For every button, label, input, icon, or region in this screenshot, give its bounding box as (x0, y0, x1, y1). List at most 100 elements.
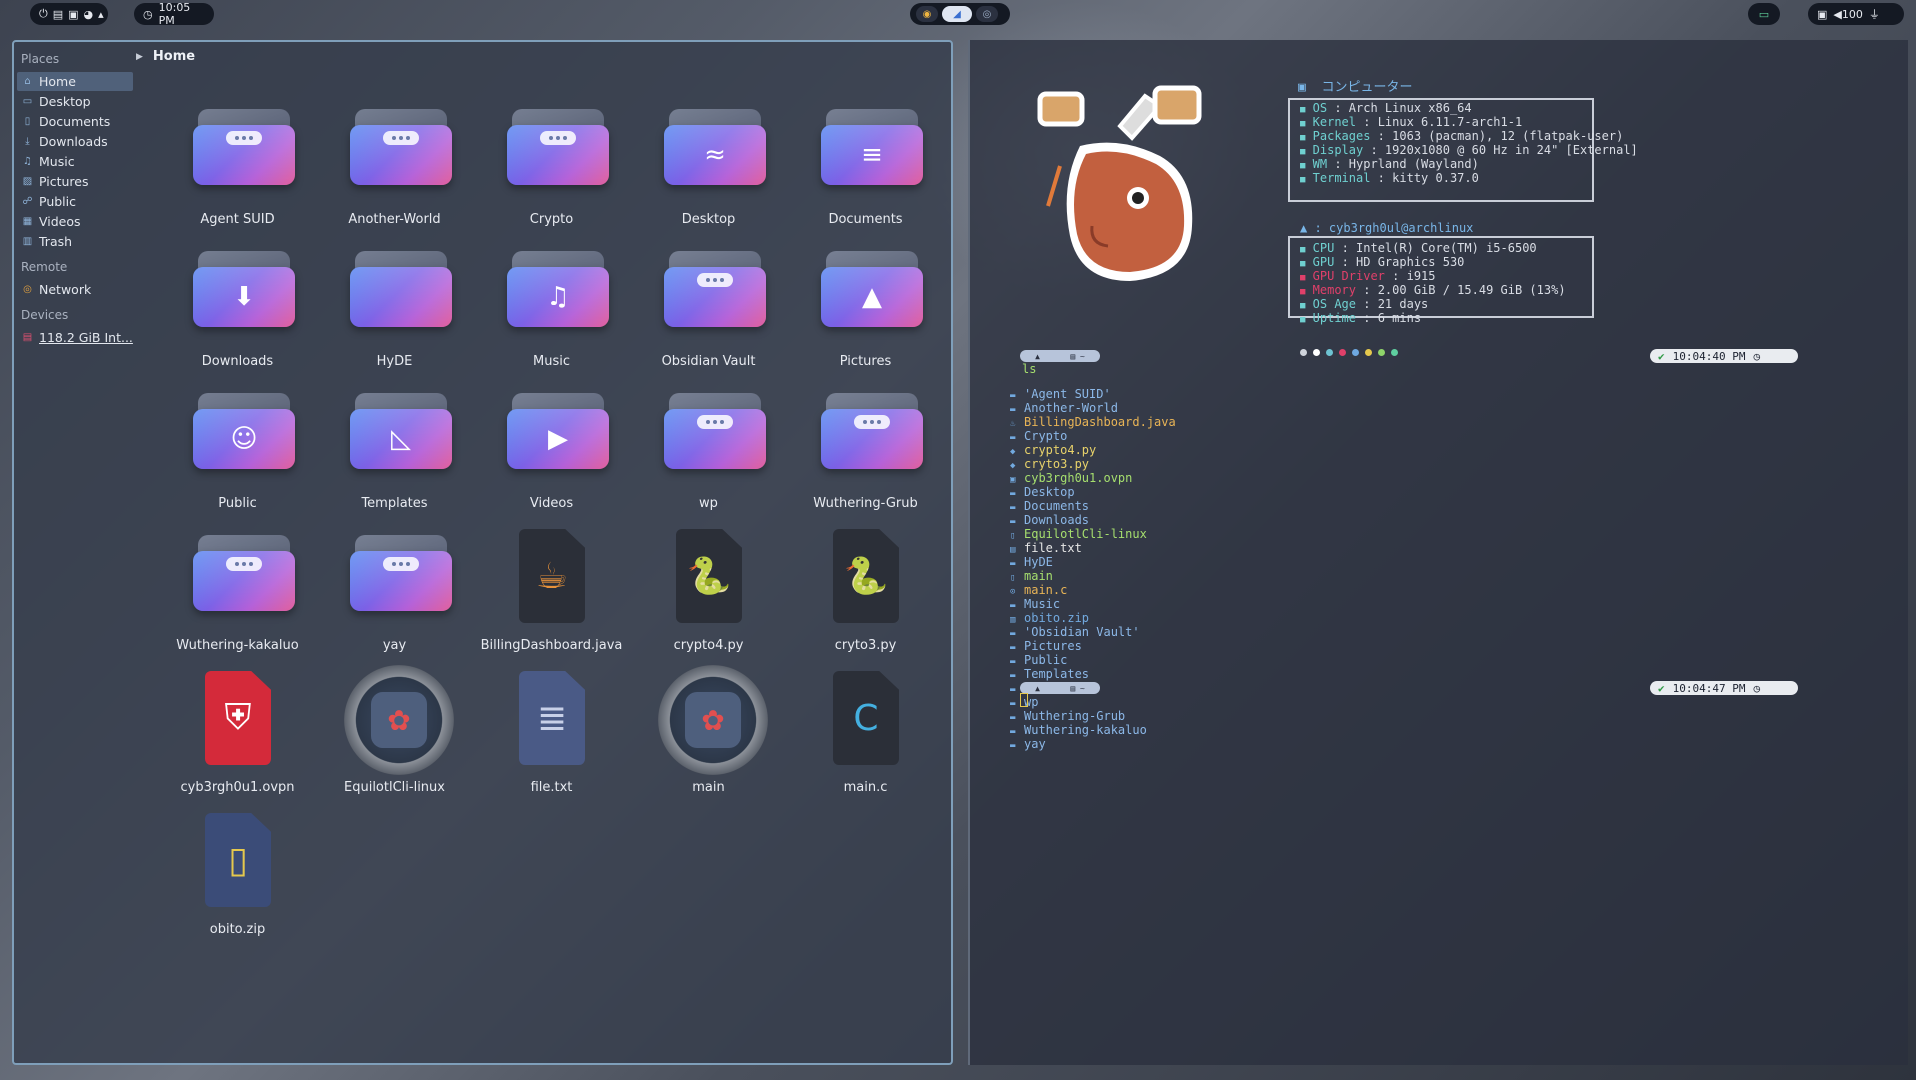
text-cursor[interactable] (1020, 693, 1028, 707)
grid-item[interactable]: ☕ BillingDashboard.java (473, 523, 630, 665)
grid-item[interactable]: Crypto (473, 97, 630, 239)
ls-entry-name: main.c (1024, 583, 1068, 597)
fastfetch-row-icon: ■ (1300, 245, 1306, 255)
grid-item[interactable]: ≈ Desktop (630, 97, 787, 239)
lock-icon: ▣ (1298, 80, 1306, 95)
display-icon[interactable]: ▭ (1748, 3, 1780, 25)
grid-item-label: Wuthering-kakaluo (176, 638, 299, 653)
clipboard-icon[interactable]: ▤ (53, 8, 63, 21)
fastfetch-value: Intel(R) Core(TM) i5-6500 (1356, 241, 1537, 255)
sidebar-item-downloads[interactable]: ⤓ Downloads (17, 132, 133, 151)
folder-icon: ⬇ (193, 251, 295, 327)
grid-item-label: Wuthering-Grub (813, 496, 918, 511)
ls-entry-name: EquilotlCli-linux (1024, 527, 1147, 541)
breadcrumb-home[interactable]: Home (153, 49, 195, 64)
clock-widget[interactable]: ◷ 10:05 PM (134, 1, 214, 27)
sidebar-item-home[interactable]: ⌂ Home (17, 72, 133, 91)
c-file-icon: C (833, 671, 899, 765)
grid-item[interactable]: wp (630, 381, 787, 523)
grid-item[interactable]: Cmain.c (787, 665, 944, 807)
grid-item[interactable]: ▲ Pictures (787, 239, 944, 381)
clock-icon: ◷ (143, 7, 153, 21)
grid-item-label: Templates (361, 496, 428, 511)
fastfetch-value: 2.00 GiB / 15.49 GiB (13%) (1377, 283, 1566, 297)
ls-entry-name: Wuthering-Grub (1024, 709, 1126, 723)
grid-item[interactable]: ◺ Templates (316, 381, 473, 523)
workspace-3-button[interactable]: ◎ (976, 6, 998, 22)
sidebar-item-music[interactable]: ♫ Music (17, 152, 133, 171)
fastfetch-key: CPU (1312, 241, 1335, 255)
grid-item[interactable]: ▯ obito.zip (159, 807, 316, 949)
fastfetch-value: 21 days (1377, 297, 1429, 311)
ls-output: ▬ 'Agent SUID' ▬ Another-World ♨ BillingDashb… (1010, 387, 1176, 751)
sidebar-item-trash[interactable]: ▥ Trash (17, 232, 133, 251)
grid-item[interactable]: 🐍 crypto4.py (630, 523, 787, 665)
grid-item[interactable]: ♫ Music (473, 239, 630, 381)
fastfetch-row-icon: ■ (1300, 259, 1306, 269)
sidebar-item-videos[interactable]: ▦ Videos (17, 212, 133, 231)
grid-item[interactable]: Obsidian Vault (630, 239, 787, 381)
chevron-right-icon[interactable]: ▶ (136, 52, 143, 62)
grid-item[interactable]: ⬇ Downloads (159, 239, 316, 381)
ls-entry-name: BillingDashboard.java (1024, 415, 1176, 429)
sidebar-item-desktop[interactable]: ▭ Desktop (17, 92, 133, 111)
ls-entry: ▬ 'Obsidian Vault' (1010, 625, 1176, 639)
grid-item-label: Crypto (529, 212, 574, 227)
folder-icon (350, 109, 452, 185)
folder-icon (821, 393, 923, 469)
palette-dot (1365, 349, 1372, 356)
grid-item[interactable]: ≣ file.txt (473, 665, 630, 807)
workspace-1-button[interactable]: ◉ (916, 6, 938, 22)
ls-entry: ▯ main (1010, 569, 1176, 583)
grid-item-label: Another-World (348, 212, 441, 227)
fastfetch-row-icon: ■ (1300, 147, 1306, 157)
sidebar-item-pictures[interactable]: ▨ Pictures (17, 172, 133, 191)
grid-item[interactable]: HyDE (316, 239, 473, 381)
volume-label[interactable]: ◀100 (1833, 8, 1862, 21)
tray-icon[interactable]: ▣ (1817, 8, 1827, 21)
grid-item-label: main.c (843, 780, 888, 795)
breadcrumb: ▶ Home (136, 49, 195, 64)
ls-entry-name: Music (1024, 597, 1061, 611)
public-icon: ☍ (22, 196, 33, 207)
sidebar-item-documents[interactable]: ▯ Documents (17, 112, 133, 131)
fastfetch-value: HD Graphics 530 (1356, 255, 1465, 269)
grid-item[interactable]: ☺ Public (159, 381, 316, 523)
grid-item[interactable]: yay (316, 523, 473, 665)
grid-item[interactable]: Wuthering-Grub (787, 381, 944, 523)
sidebar-item-label: Videos (39, 214, 81, 229)
power-icon[interactable]: ⏻ (39, 7, 48, 21)
sidebar-item-drive[interactable]: ▤ 118.2 GiB Int... (17, 328, 133, 347)
grid-item[interactable]: Another-World (316, 97, 473, 239)
grid-item[interactable]: Wuthering-kakaluo (159, 523, 316, 665)
ls-entry: ▬ Templates (1010, 667, 1176, 681)
grid-item[interactable]: 🐍 cryto3.py (787, 523, 944, 665)
java-file-icon: ☕ (519, 529, 585, 623)
grid-item[interactable]: ✿ EquilotlCli-linux (316, 665, 473, 807)
sidebar-item-label: Home (39, 74, 76, 89)
folder-icon (664, 251, 766, 327)
fastfetch-row-icon: ■ (1300, 175, 1306, 185)
grid-item[interactable]: ⛨ cyb3rgh0u1.ovpn (159, 665, 316, 807)
remote-header: Remote (21, 260, 68, 274)
python-file-icon: 🐍 (833, 529, 899, 623)
sidebar-item-public[interactable]: ☍ Public (17, 192, 133, 211)
screenshot-icon[interactable]: ▣ (68, 8, 78, 21)
notification-icon[interactable]: ▴ (98, 8, 104, 21)
terminal-window[interactable]: ▣ コンピューター ■ OS : Arch Linux x86_64 ■ Kern… (968, 40, 1908, 1065)
grid-item[interactable]: Agent SUID (159, 97, 316, 239)
ls-entry: ▬ Desktop (1010, 485, 1176, 499)
grid-item[interactable]: ≡ Documents (787, 97, 944, 239)
grid-item-label: Videos (529, 496, 574, 511)
music-icon: ♫ (23, 156, 32, 167)
sidebar-item-label: Music (39, 154, 75, 169)
palette-dot (1300, 349, 1307, 356)
grid-item[interactable]: ▶ Videos (473, 381, 630, 523)
grid-item[interactable]: ✿ main (630, 665, 787, 807)
sidebar-item-network[interactable]: ◎ Network (17, 280, 133, 299)
workspace-2-button[interactable]: ◢ (942, 6, 972, 22)
ls-entry: ▬ Public (1010, 653, 1176, 667)
sidebar-item-label: Downloads (39, 134, 108, 149)
palette-icon[interactable]: ◕ (84, 8, 94, 21)
fastfetch-row-icon: ■ (1300, 133, 1306, 143)
